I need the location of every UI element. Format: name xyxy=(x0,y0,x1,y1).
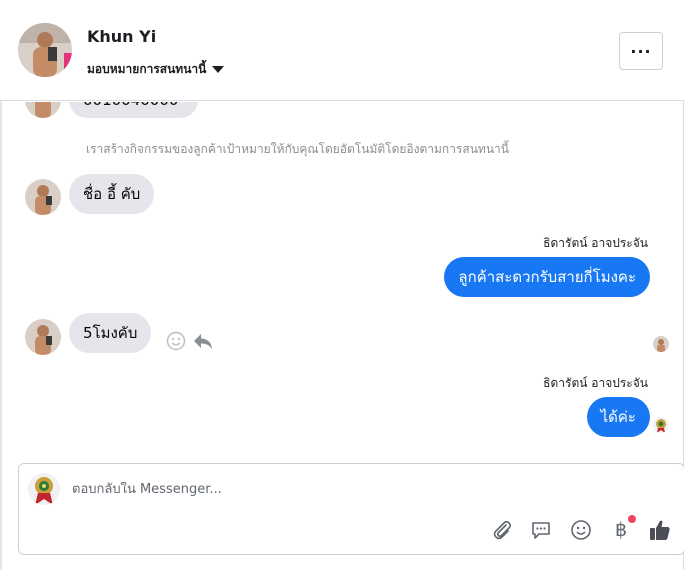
page-avatar-small xyxy=(653,417,669,433)
baht-symbol: ฿ xyxy=(614,519,628,541)
notification-dot xyxy=(628,515,636,523)
more-options-button[interactable]: ··· xyxy=(619,32,663,70)
page-avatar xyxy=(28,473,60,505)
contact-avatar-small xyxy=(25,179,61,215)
outgoing-message-bubble[interactable]: ลูกค้าสะดวกรับสายกี่โมงคะ xyxy=(444,257,650,297)
assign-conversation-label: มอบหมายการสนทนานี้ xyxy=(87,62,207,76)
emoji-icon[interactable] xyxy=(569,518,593,542)
message-text: 0010040000 xyxy=(83,102,178,109)
sender-name: ธิดารัตน์ อาจประจัน xyxy=(543,236,648,250)
incoming-message-bubble[interactable]: ชื่อ อี้ คับ xyxy=(69,174,155,214)
react-emoji-icon[interactable] xyxy=(166,331,186,355)
conversation-header: Khun Yi มอบหมายการสนทนานี้ ··· xyxy=(0,0,684,101)
reply-input[interactable] xyxy=(72,482,632,497)
incoming-message-bubble[interactable]: 0010040000 xyxy=(69,102,199,118)
saved-replies-icon[interactable] xyxy=(529,518,553,542)
reply-icon[interactable] xyxy=(192,331,214,355)
message-text: ได้ค่ะ xyxy=(600,408,636,426)
contact-avatar-small xyxy=(25,102,61,118)
caret-down-icon xyxy=(212,66,225,73)
message-text: 5โมงคับ xyxy=(83,324,138,342)
attachment-icon[interactable] xyxy=(490,518,514,542)
message-thread: 0010040000 เราสร้างกิจกรรมของลูกค้าเป้าห… xyxy=(0,102,684,457)
contact-name: Khun Yi xyxy=(87,27,157,46)
message-text: ลูกค้าสะดวกรับสายกี่โมงคะ xyxy=(458,268,636,286)
contact-avatar-small xyxy=(25,319,61,355)
incoming-message-bubble[interactable]: 5โมงคับ xyxy=(69,313,152,353)
seen-receipt-avatar xyxy=(653,336,669,352)
outgoing-message-bubble[interactable]: ได้ค่ะ xyxy=(586,397,650,437)
thumbs-up-icon[interactable] xyxy=(648,518,672,542)
reply-composer: ฿ xyxy=(18,463,684,555)
message-text: ชื่อ อี้ คับ xyxy=(83,185,141,203)
assign-conversation-dropdown[interactable]: มอบหมายการสนทนานี้ xyxy=(87,60,225,79)
sender-name: ธิดารัตน์ อาจประจัน xyxy=(543,376,648,390)
system-notice: เราสร้างกิจกรรมของลูกค้าเป้าหมายให้กับคุ… xyxy=(86,142,509,156)
contact-avatar[interactable] xyxy=(18,23,72,77)
more-options-icon: ··· xyxy=(630,41,652,61)
